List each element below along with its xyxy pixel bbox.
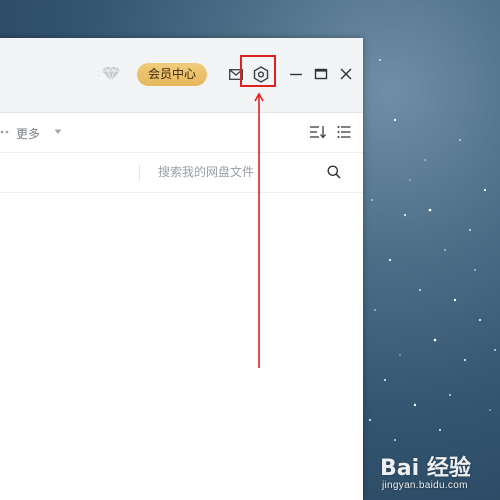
search-bar <box>0 153 363 193</box>
more-menu-button[interactable]: 更多 <box>16 125 40 142</box>
window-titlebar: : 会员中心 <box>0 38 363 113</box>
baidu-jingyan-watermark: Bai 经验 jingyan.baidu.com <box>378 448 496 496</box>
chevron-down-icon[interactable] <box>54 129 62 135</box>
settings-highlight-box <box>240 55 276 87</box>
search-icon[interactable] <box>327 165 341 179</box>
annotation-arrow <box>254 92 264 368</box>
vip-center-button[interactable]: 会员中心 <box>137 63 207 86</box>
file-toolbar: 更多 <box>0 113 363 153</box>
close-icon[interactable] <box>339 66 353 82</box>
watermark-url: jingyan.baidu.com <box>382 480 468 491</box>
more-dots-icon <box>0 130 9 134</box>
minimize-icon[interactable] <box>289 66 303 82</box>
diamond-icon[interactable] <box>101 66 121 82</box>
sort-icon[interactable] <box>309 125 327 139</box>
titlebar-separator: : <box>97 68 100 79</box>
watermark-brand: Bai 经验 <box>380 456 471 481</box>
netdisk-window: : 会员中心 更多 <box>0 38 363 500</box>
file-list-area[interactable] <box>0 193 363 500</box>
search-divider <box>139 165 140 181</box>
list-view-icon[interactable] <box>337 125 351 139</box>
search-input[interactable] <box>150 161 328 183</box>
maximize-icon[interactable] <box>314 66 328 82</box>
